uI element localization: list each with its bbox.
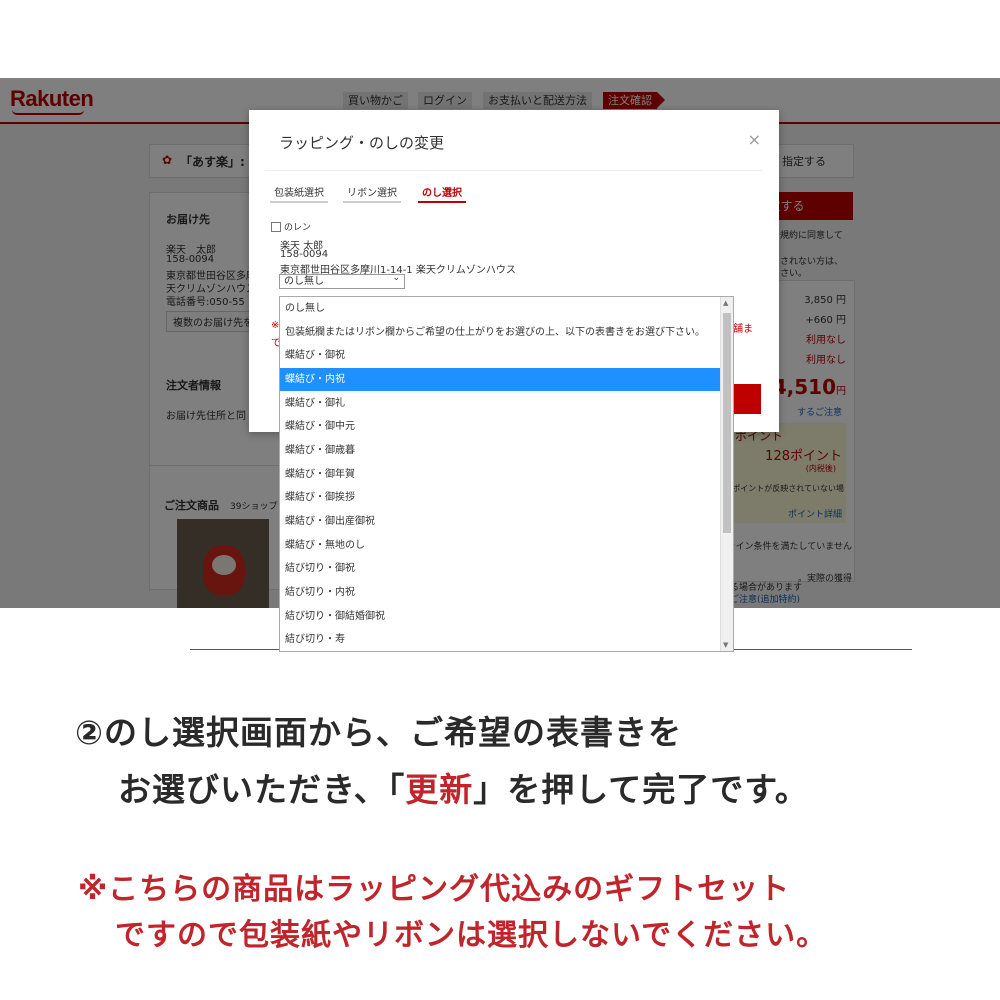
chevron-down-icon: ⌄ — [392, 273, 400, 283]
dropdown-option[interactable]: 蝶結び・御祝 — [280, 344, 725, 367]
tab-ribbon[interactable]: リボン選択 — [343, 184, 401, 203]
noshi-select[interactable]: のし無し ⌄ — [279, 273, 405, 289]
dropdown-option[interactable]: 結び切り・内祝 — [280, 581, 725, 604]
dropdown-option[interactable]: 結び切り・寿 — [280, 628, 725, 651]
caption-line-2c: 」を押して完了です。 — [473, 770, 809, 809]
tab-wrapping-paper[interactable]: 包装紙選択 — [270, 184, 328, 203]
dropdown-option[interactable]: 蝶結び・御年賀 — [280, 463, 725, 486]
dropdown-scrollbar[interactable]: ▲ ▼ — [720, 297, 733, 651]
caption-note-2: ですので包装紙やリボンは選択しないでください。 — [115, 918, 828, 953]
caption-update-word: 更新 — [405, 770, 474, 809]
dropdown-option[interactable]: のし無し — [280, 297, 725, 320]
dropdown-option[interactable]: 蝶結び・御歳暮 — [280, 439, 725, 462]
close-icon[interactable]: × — [748, 130, 761, 149]
caption-line-2: お選びいただき、「更新」を押して完了です。 — [118, 763, 809, 811]
scrollbar-thumb[interactable] — [723, 313, 731, 533]
dropdown-option[interactable]: 蝶結び・御挨拶 — [280, 486, 725, 509]
scroll-down-icon[interactable]: ▼ — [723, 641, 728, 649]
dropdown-option[interactable]: 結び切り・御祝 — [280, 557, 725, 580]
caption-line-2a: お選びいただき、「 — [118, 770, 406, 809]
dropdown-option[interactable]: 蝶結び・御礼 — [280, 392, 725, 415]
modal-title: ラッピング・のしの変更 — [279, 134, 445, 152]
tab-noshi[interactable]: のし選択 — [418, 184, 466, 203]
dropdown-option[interactable]: 結び切り・御結婚御祝 — [280, 605, 725, 628]
address-line: 158-0094 — [280, 249, 329, 260]
dropdown-option[interactable]: 蝶結び・御出産御祝 — [280, 510, 725, 533]
dropdown-option-selected[interactable]: 蝶結び・内祝 — [280, 368, 720, 391]
section-label: のレン — [284, 223, 312, 233]
noshi-dropdown-list: のし無し 包装紙欄またはリボン欄からご希望の仕上がりをお選びの上、以下の表書きを… — [279, 296, 734, 652]
dropdown-option[interactable]: 包装紙欄またはリボン欄からご希望の仕上がりをお選びの上、以下の表書きをお選び下さ… — [280, 321, 725, 344]
divider — [265, 170, 763, 171]
dropdown-option[interactable]: 蝶結び・御中元 — [280, 415, 725, 438]
dropdown-option[interactable]: 蝶結び・無地のし — [280, 534, 725, 557]
caption-note-1: ※こちらの商品はラッピング代込みのギフトセット — [78, 872, 791, 907]
red-note-right: 舗ま — [733, 324, 753, 335]
caption-line-1: ②のし選択画面から、ご希望の表書きを — [75, 713, 682, 752]
collapse-icon[interactable] — [271, 222, 281, 232]
select-value: のし無し — [284, 276, 324, 287]
scroll-up-icon[interactable]: ▲ — [723, 299, 728, 307]
